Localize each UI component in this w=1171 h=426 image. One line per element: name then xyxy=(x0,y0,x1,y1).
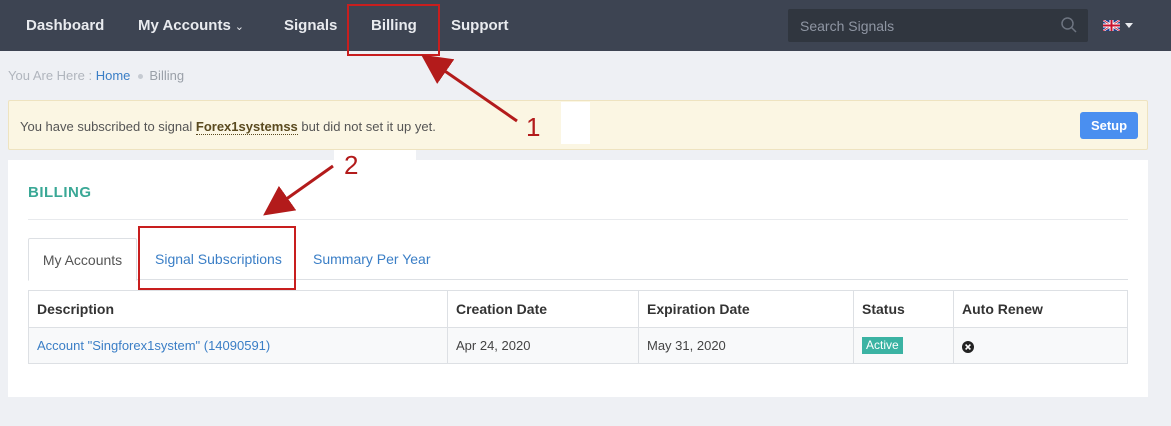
cell-description: Account "Singforex1system" (14090591) xyxy=(28,327,448,364)
tab-my-accounts[interactable]: My Accounts xyxy=(28,238,137,281)
breadcrumb-separator-icon xyxy=(138,73,144,79)
page-title: BILLING xyxy=(28,184,92,201)
annotation-label-1: 1 xyxy=(526,112,541,142)
uk-flag-icon xyxy=(1103,20,1120,31)
status-badge: Active xyxy=(862,337,903,354)
alert-text-before: You have subscribed to signal xyxy=(20,119,196,134)
chevron-down-icon: ⌄ xyxy=(234,21,245,33)
divider xyxy=(28,219,1128,220)
nav-dashboard[interactable]: Dashboard xyxy=(26,0,104,51)
column-header-expiration-date: Expiration Date xyxy=(638,290,854,328)
remove-circle-icon[interactable] xyxy=(962,340,974,353)
search-input[interactable] xyxy=(788,9,1048,42)
nav-support[interactable]: Support xyxy=(451,0,509,51)
alert-message: You have subscribed to signal Forex1syst… xyxy=(20,119,436,135)
annotation-label-2: 2 xyxy=(344,150,359,180)
cell-expiration-date: May 31, 2020 xyxy=(638,327,854,364)
blank-patch xyxy=(561,102,590,144)
column-header-description: Description xyxy=(28,290,448,328)
language-selector[interactable] xyxy=(1103,19,1137,33)
cell-status: Active xyxy=(853,327,954,364)
billing-table: Description Creation Date Expiration Dat… xyxy=(28,290,1128,364)
column-header-creation-date: Creation Date xyxy=(447,290,639,328)
nav-signals[interactable]: Signals xyxy=(284,0,337,51)
tab-summary-per-year[interactable]: Summary Per Year xyxy=(313,238,431,280)
breadcrumb-home-link[interactable]: Home xyxy=(96,68,131,83)
nav-my-accounts[interactable]: My Accounts ⌄ xyxy=(138,0,244,51)
alert-text-after: but did not set it up yet. xyxy=(297,119,436,134)
caret-down-icon xyxy=(1125,23,1133,28)
nav-my-accounts-label: My Accounts xyxy=(138,17,231,34)
account-link[interactable]: Account "Singforex1system" (14090591) xyxy=(37,338,270,353)
cell-creation-date: Apr 24, 2020 xyxy=(447,327,639,364)
search-icon[interactable] xyxy=(1060,16,1078,34)
table-header-row: Description Creation Date Expiration Dat… xyxy=(28,290,1128,328)
cell-auto-renew xyxy=(953,327,1128,364)
breadcrumb: You Are Here : Home Billing xyxy=(8,68,184,83)
table-row: Account "Singforex1system" (14090591) Ap… xyxy=(28,327,1128,364)
column-header-status: Status xyxy=(853,290,954,328)
annotation-box-signal-subscriptions xyxy=(138,226,296,290)
setup-button[interactable]: Setup xyxy=(1080,112,1138,139)
search-box xyxy=(788,9,1088,42)
breadcrumb-current: Billing xyxy=(149,68,185,83)
annotation-box-billing xyxy=(347,4,440,56)
alert-signal-link[interactable]: Forex1systemss xyxy=(195,119,298,135)
column-header-auto-renew: Auto Renew xyxy=(953,290,1128,328)
breadcrumb-prefix: You Are Here : xyxy=(8,68,93,83)
top-navbar: Dashboard My Accounts ⌄ Signals Billing S… xyxy=(0,0,1171,51)
